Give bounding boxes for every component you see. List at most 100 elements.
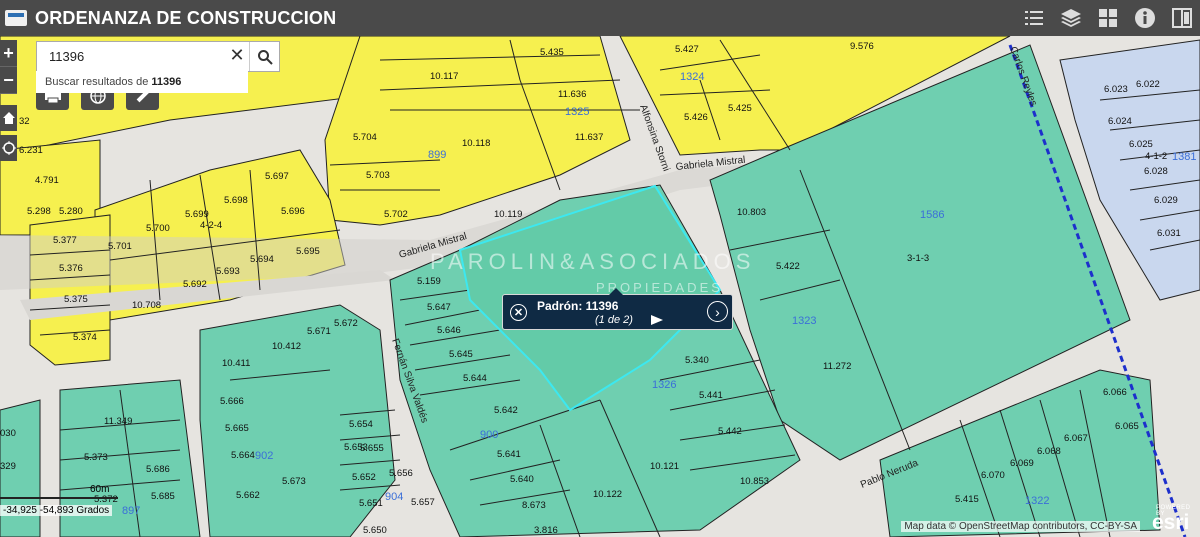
grid-icon[interactable] bbox=[1089, 0, 1126, 36]
parcel-label: 11.272 bbox=[823, 361, 851, 372]
parcel-label: 5.662 bbox=[236, 490, 260, 501]
parcel-label: 6.070 bbox=[981, 470, 1005, 481]
parcel-label: 10.803 bbox=[737, 207, 766, 218]
parcel-label: 5.642 bbox=[494, 405, 518, 416]
parcel-label: 5.671 bbox=[307, 326, 331, 337]
popup-pointer bbox=[609, 288, 623, 295]
parcel-label: 5.665 bbox=[225, 423, 249, 434]
parcel-label: 5.441 bbox=[699, 390, 723, 401]
parcel-label: 5.647 bbox=[427, 302, 451, 313]
list-icon[interactable] bbox=[1015, 0, 1052, 36]
parcel-label: 5.372 bbox=[94, 494, 118, 505]
parcel-label: 5.664 bbox=[231, 450, 255, 461]
parcel-label: 5.700 bbox=[146, 223, 170, 234]
block-label: 897 bbox=[122, 505, 140, 517]
zoom-out-button[interactable]: − bbox=[0, 67, 17, 94]
esri-logo: POWERED BY esri bbox=[1142, 505, 1198, 535]
parcel-label: 5.657 bbox=[411, 497, 435, 508]
app-logo bbox=[5, 10, 27, 26]
parcel-label: 5.693 bbox=[216, 266, 240, 277]
parcel-label: 5.280 bbox=[59, 206, 83, 217]
parcel-label: 5.666 bbox=[220, 396, 244, 407]
parcel-label: 5.377 bbox=[53, 235, 77, 246]
block-label: 1324 bbox=[680, 71, 704, 83]
scale-bar bbox=[0, 497, 118, 499]
header-toolbar bbox=[1015, 0, 1200, 36]
split-view-icon[interactable] bbox=[1163, 0, 1200, 36]
parcel-label: 6.023 bbox=[1104, 84, 1128, 95]
home-icon bbox=[2, 112, 15, 124]
layers-icon[interactable] bbox=[1052, 0, 1089, 36]
parcel-label: 5.694 bbox=[250, 254, 274, 265]
scale-label: 60m bbox=[90, 484, 110, 495]
parcel-label: 10.412 bbox=[272, 341, 301, 352]
parcel-label: 10.708 bbox=[132, 300, 161, 311]
play-arrow-icon[interactable] bbox=[651, 315, 663, 325]
parcel-label: 5.640 bbox=[510, 474, 534, 485]
parcel-label: 5.645 bbox=[449, 349, 473, 360]
parcel-label: 5.375 bbox=[64, 294, 88, 305]
parcel-label: 329 bbox=[0, 461, 16, 472]
block-label: 899 bbox=[428, 149, 446, 161]
parcel-label: 5.672 bbox=[334, 318, 358, 329]
suggestion-prefix: Buscar resultados de bbox=[45, 76, 149, 88]
block-label: 1326 bbox=[652, 379, 676, 391]
next-feature-icon[interactable]: › bbox=[707, 301, 728, 322]
parcel-label: 5.425 bbox=[728, 103, 752, 114]
parcel-label: 4.791 bbox=[35, 175, 59, 186]
clear-search-icon[interactable]: ✕ bbox=[227, 45, 247, 66]
close-popup-icon[interactable]: ✕ bbox=[510, 304, 527, 321]
map-app: ORDENANZA DE CONSTRUCCION Gabriela Mistr… bbox=[0, 0, 1200, 537]
parcel-label: 10.853 bbox=[740, 476, 769, 487]
locate-button[interactable] bbox=[0, 135, 17, 161]
parcel-label: 11.349 bbox=[104, 416, 132, 427]
app-header: ORDENANZA DE CONSTRUCCION bbox=[0, 0, 1200, 36]
zoom-in-button[interactable]: + bbox=[0, 40, 17, 67]
zoom-controls: + − bbox=[0, 40, 17, 94]
parcel-label: 6.066 bbox=[1103, 387, 1127, 398]
search-input[interactable] bbox=[47, 48, 231, 65]
parcel-label: 6.029 bbox=[1154, 195, 1178, 206]
block-label: 1322 bbox=[1025, 495, 1049, 507]
parcel-label: 5.646 bbox=[437, 325, 461, 336]
parcel-label: 6.028 bbox=[1144, 166, 1168, 177]
parcel-label: 5.703 bbox=[366, 170, 390, 181]
search-suggestion[interactable]: Buscar resultados de 11396 bbox=[36, 71, 248, 93]
parcel-label: 6.069 bbox=[1010, 458, 1034, 469]
locate-icon bbox=[1, 141, 16, 155]
parcel-label: 10.122 bbox=[593, 489, 622, 500]
parcel-label: 5.422 bbox=[776, 261, 800, 272]
parcel-label: 5.673 bbox=[282, 476, 306, 487]
block-label: 4-2-4 bbox=[200, 220, 222, 231]
parcel-label: 6.025 bbox=[1129, 139, 1153, 150]
home-button[interactable] bbox=[0, 105, 17, 131]
parcel-label: 5.159 bbox=[417, 276, 441, 287]
parcel-label: 5.374 bbox=[73, 332, 97, 343]
parcel-label: 10.411 bbox=[222, 358, 250, 369]
search-box: ✕ bbox=[36, 41, 280, 72]
info-icon[interactable] bbox=[1126, 0, 1163, 36]
search-button[interactable] bbox=[249, 42, 279, 71]
app-title: ORDENANZA DE CONSTRUCCION bbox=[35, 7, 337, 28]
parcel-label: 6.068 bbox=[1037, 446, 1061, 457]
parcel-label: 6.022 bbox=[1136, 79, 1160, 90]
info-popup: ✕ Padrón: 11396 (1 de 2) › bbox=[502, 288, 733, 330]
parcel-label: 5.298 bbox=[27, 206, 51, 217]
parcel-label: 5.651 bbox=[359, 498, 383, 509]
parcel-label: 5.641 bbox=[497, 449, 521, 460]
block-label: 900 bbox=[480, 429, 498, 441]
parcel-label: 10.118 bbox=[462, 138, 490, 149]
parcel-label: 5.702 bbox=[384, 209, 408, 220]
parcel-label: 5.653 bbox=[344, 442, 368, 453]
parcel-label: 6.065 bbox=[1115, 421, 1139, 432]
parcel-label: 5.692 bbox=[183, 279, 207, 290]
parcel-label: 5.442 bbox=[718, 426, 742, 437]
parcel-label: 8.673 bbox=[522, 500, 546, 511]
parcel-label: 5.435 bbox=[540, 47, 564, 58]
block-label: 3-1-3 bbox=[907, 253, 929, 264]
parcel-label: 5.699 bbox=[185, 209, 209, 220]
parcel-label: 030 bbox=[0, 428, 16, 439]
parcel-label: 11.637 bbox=[575, 132, 603, 143]
parcel-label: 6.231 bbox=[19, 145, 43, 156]
parcel-label: 5.644 bbox=[463, 373, 487, 384]
